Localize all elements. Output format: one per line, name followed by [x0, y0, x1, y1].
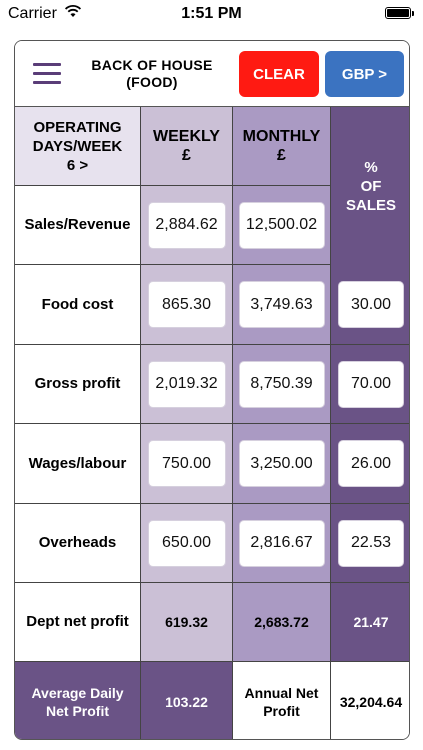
annual-net-profit-label-cell: Annual Net Profit	[233, 662, 331, 739]
overheads-weekly-input[interactable]: 650.00	[147, 519, 226, 567]
food-cost-pct-input[interactable]: 30.00	[338, 281, 404, 328]
weekly-currency: £	[182, 147, 191, 164]
row-label-dept-net-profit: Dept net profit	[15, 583, 141, 662]
food-cost-monthly-cell: 3,749.63	[233, 265, 331, 345]
pct-line-3: SALES	[345, 196, 396, 214]
wages-weekly-cell: 750.00	[141, 424, 233, 504]
row-label-food-cost: Food cost	[15, 265, 141, 345]
gross-profit-pct-input[interactable]: 70.00	[338, 360, 404, 408]
annual-label-line-1: Annual Net	[244, 684, 319, 701]
clock: 1:51 PM	[181, 5, 242, 22]
wages-label: Wages/labour	[28, 454, 127, 472]
row-label-overheads: Overheads	[15, 504, 141, 583]
gross-profit-weekly-cell: 2,019.32	[141, 345, 233, 424]
status-bar: Carrier 1:51 PM	[0, 0, 423, 30]
overheads-label: Overheads	[38, 534, 117, 551]
sales-weekly-input[interactable]: 2,884.62	[147, 201, 226, 249]
monthly-currency: £	[277, 147, 286, 164]
wages-monthly-cell: 3,250.00	[233, 424, 331, 504]
annual-label-line-2: Profit	[263, 702, 300, 719]
pct-line-1: %	[364, 158, 378, 176]
overheads-monthly-input[interactable]: 2,816.67	[238, 519, 325, 567]
overheads-weekly-cell: 650.00	[141, 504, 233, 583]
food-cost-weekly-input[interactable]: 865.30	[147, 281, 226, 328]
avg-label-line-2: Net Profit	[46, 702, 109, 719]
dept-net-profit-pct: 21.47	[331, 583, 409, 662]
gross-profit-weekly-input[interactable]: 2,019.32	[147, 360, 226, 408]
avg-daily-net-profit-value-cell: 103.22	[141, 662, 233, 739]
food-cost-monthly-input[interactable]: 3,749.63	[238, 281, 325, 328]
dept-net-profit-monthly-value: 2,683.72	[254, 614, 309, 630]
food-cost-label: Food cost	[41, 295, 114, 313]
days-line-3: 6 >	[66, 156, 89, 174]
title-line-1: BACK OF HOUSE	[91, 57, 213, 73]
calculator-panel: BACK OF HOUSE (FOOD) CLEAR GBP > OPERATI…	[14, 40, 410, 740]
dept-net-profit-weekly-value: 619.32	[165, 614, 208, 630]
overheads-pct-input[interactable]: 22.53	[338, 519, 404, 567]
weekly-header: WEEKLY £	[141, 107, 233, 186]
sales-label: Sales/Revenue	[24, 216, 131, 233]
dept-net-profit-pct-value: 21.47	[353, 614, 389, 630]
overheads-pct-cell: 22.53	[331, 504, 409, 583]
monthly-header: MONTHLY £	[233, 107, 331, 186]
row-label-gross-profit: Gross profit	[15, 345, 141, 424]
wages-pct-input[interactable]: 26.00	[338, 440, 404, 487]
food-cost-pct-cell: 30.00	[331, 265, 409, 345]
annual-net-profit-value: 32,204.64	[339, 693, 403, 710]
days-line-2: DAYS/WEEK	[32, 137, 123, 155]
gross-profit-label: Gross profit	[34, 375, 121, 392]
page-title: BACK OF HOUSE (FOOD)	[75, 57, 229, 91]
food-cost-weekly-cell: 865.30	[141, 265, 233, 345]
sales-monthly-input[interactable]: 12,500.02	[238, 201, 325, 249]
avg-daily-net-profit-label-cell: Average Daily Net Profit	[15, 662, 141, 739]
menu-icon[interactable]	[33, 63, 61, 85]
header-bar: BACK OF HOUSE (FOOD) CLEAR GBP >	[15, 41, 409, 107]
title-line-2: (FOOD)	[126, 74, 178, 90]
operating-days-selector[interactable]: OPERATING DAYS/WEEK 6 >	[15, 107, 141, 186]
sales-monthly-cell: 12,500.02	[233, 186, 331, 265]
sales-weekly-cell: 2,884.62	[141, 186, 233, 265]
dept-net-profit-weekly: 619.32	[141, 583, 233, 662]
weekly-label: WEEKLY	[153, 128, 220, 145]
wages-pct-cell: 26.00	[331, 424, 409, 504]
gross-profit-monthly-input[interactable]: 8,750.39	[238, 360, 325, 408]
gross-profit-monthly-cell: 8,750.39	[233, 345, 331, 424]
monthly-label: MONTHLY	[242, 128, 321, 145]
gross-profit-pct-cell: 70.00	[331, 345, 409, 424]
pct-line-2: OF	[360, 177, 382, 195]
avg-label-line-1: Average Daily	[31, 684, 124, 701]
dept-net-profit-label: Dept net profit	[26, 613, 129, 630]
overheads-monthly-cell: 2,816.67	[233, 504, 331, 583]
row-label-sales: Sales/Revenue	[15, 186, 141, 265]
wages-monthly-input[interactable]: 3,250.00	[238, 440, 325, 487]
avg-daily-net-profit-value: 103.22	[165, 693, 208, 710]
wages-weekly-input[interactable]: 750.00	[147, 440, 226, 487]
currency-button[interactable]: GBP >	[325, 51, 404, 97]
percent-of-sales-header: % OF SALES	[331, 107, 409, 265]
row-label-wages: Wages/labour	[15, 424, 141, 504]
battery-icon	[385, 7, 414, 19]
annual-net-profit-value-cell: 32,204.64	[331, 662, 409, 739]
dept-net-profit-monthly: 2,683.72	[233, 583, 331, 662]
days-line-1: OPERATING	[33, 118, 122, 136]
clear-button[interactable]: CLEAR	[239, 51, 319, 97]
